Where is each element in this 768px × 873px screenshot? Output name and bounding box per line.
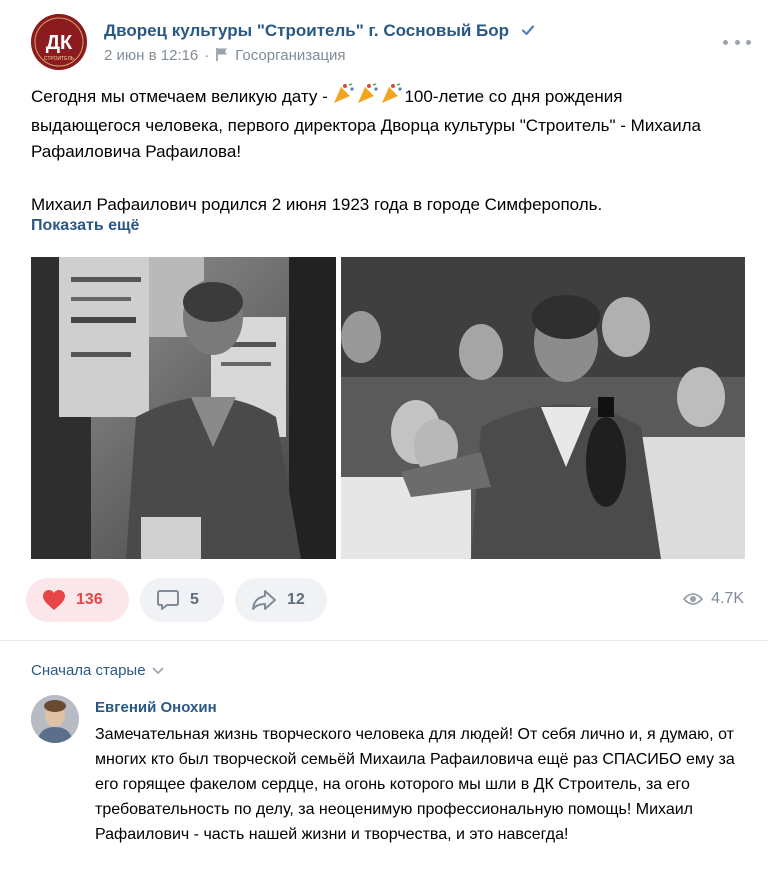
comments-sort-dropdown[interactable]: Сначала старые	[31, 662, 164, 679]
comment-button[interactable]: 5	[140, 578, 224, 622]
post-photo-1[interactable]	[31, 257, 336, 559]
avatar-logo-subtext: СТРОИТЕЛЬ	[44, 56, 75, 62]
chevron-down-icon	[152, 667, 164, 675]
share-button[interactable]: 12	[235, 578, 327, 622]
post-paragraph-2: Михаил Рафаилович родился 2 июня 1923 го…	[31, 195, 603, 214]
views-count: 4.7K	[711, 590, 744, 607]
likes-count: 136	[76, 591, 103, 608]
shares-count: 12	[287, 591, 305, 608]
show-more-link[interactable]: Показать ещё	[31, 217, 139, 235]
post-text: Сегодня мы отмечаем великую дату - 100-л…	[31, 83, 731, 218]
heart-icon	[42, 589, 66, 611]
eye-icon	[683, 592, 704, 606]
group-name[interactable]: Дворец культуры "Строитель" г. Сосновый …	[104, 21, 509, 40]
post-meta: 2 июн в 12:16 · Госорганизация	[104, 47, 346, 66]
group-name-link[interactable]: Дворец культуры "Строитель" г. Сосновый …	[104, 21, 536, 43]
like-button[interactable]: 136	[26, 578, 129, 622]
party-popper-icon	[332, 83, 404, 113]
post-paragraph-1: Сегодня мы отмечаем великую дату - 100-л…	[31, 83, 731, 165]
org-type: Госорганизация	[235, 47, 346, 64]
comment-text: Замечательная жизнь творческого человека…	[95, 726, 735, 843]
views-counter: 4.7K	[683, 590, 744, 608]
verified-check-icon	[520, 22, 536, 43]
avatar-logo-text: ДК	[46, 32, 73, 54]
post-page: ДК СТРОИТЕЛЬ Дворец культуры "Строитель"…	[0, 0, 768, 873]
comment-author-avatar[interactable]	[31, 695, 79, 743]
sort-label[interactable]: Сначала старые	[31, 662, 146, 679]
comment-icon	[156, 589, 180, 611]
post-text-part-1: Сегодня мы отмечаем великую дату -	[31, 87, 333, 106]
more-dots-icon[interactable]	[723, 32, 751, 52]
group-avatar[interactable]: ДК СТРОИТЕЛЬ	[31, 14, 87, 70]
share-arrow-icon	[251, 589, 277, 611]
post-date[interactable]: 2 июн в 12:16	[104, 47, 198, 64]
comments-count: 5	[190, 591, 199, 608]
divider	[0, 640, 768, 641]
meta-separator: ·	[204, 47, 210, 64]
post-header: ДК СТРОИТЕЛЬ Дворец культуры "Строитель"…	[31, 14, 751, 70]
flag-icon	[215, 47, 229, 66]
post-photo-2[interactable]	[341, 257, 745, 559]
comment-author-name[interactable]: Евгений Онохин	[95, 699, 217, 716]
